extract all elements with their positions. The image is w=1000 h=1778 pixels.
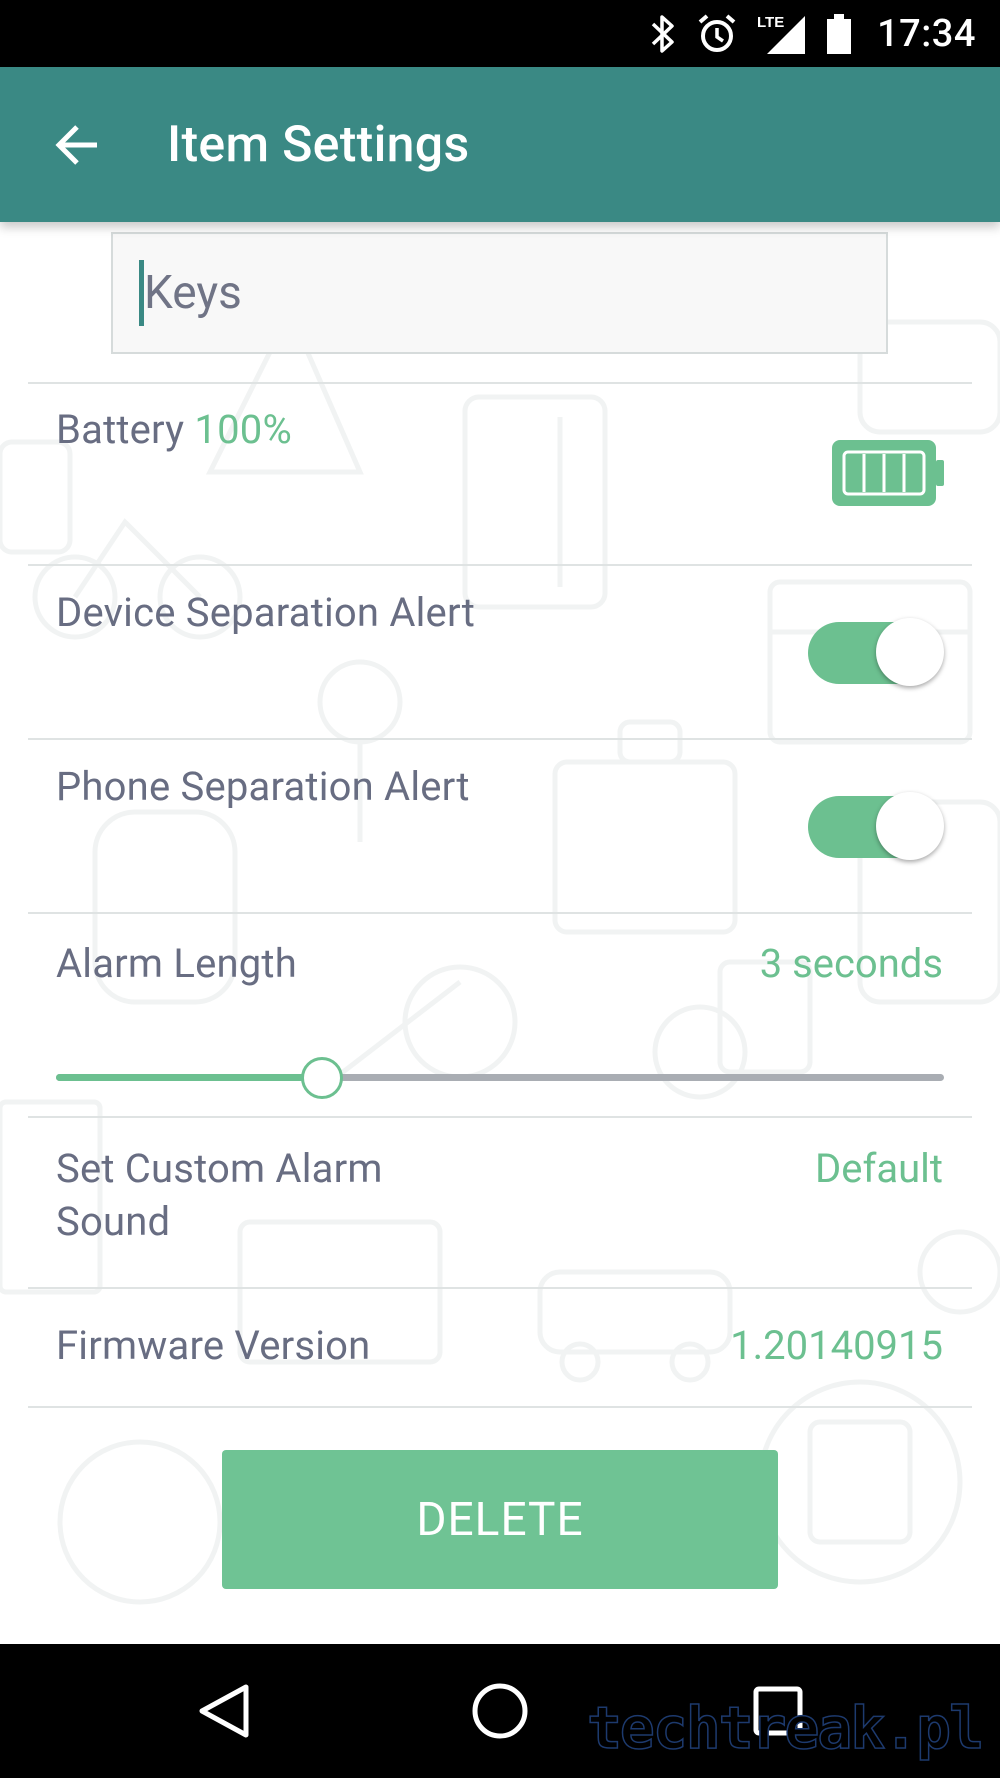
item-name-value: Keys: [144, 266, 242, 320]
custom-alarm-sound-label-line2: Sound: [56, 1198, 171, 1245]
firmware-version-label: Firmware Version: [56, 1322, 371, 1369]
battery-label-text: Battery: [56, 406, 185, 453]
slider-knob[interactable]: [301, 1057, 344, 1099]
custom-alarm-sound-label[interactable]: Set Custom Alarm Sound: [56, 1142, 383, 1248]
nav-home-button[interactable]: [430, 1644, 570, 1778]
toggle-thumb: [876, 618, 944, 686]
alarm-length-label: Alarm Length: [56, 940, 297, 987]
app-bar: Item Settings: [0, 67, 1000, 222]
nav-back-icon: [199, 1684, 249, 1738]
status-time: 17:34: [877, 11, 976, 56]
svg-text:LTE: LTE: [757, 14, 784, 31]
battery-full-icon: [832, 440, 944, 506]
alarm-clock-icon: [695, 12, 739, 56]
divider: [28, 912, 972, 914]
battery-label: Battery 100%: [56, 390, 292, 470]
phone-separation-alert-label: Phone Separation Alert: [56, 763, 470, 810]
divider: [28, 738, 972, 740]
divider: [28, 564, 972, 566]
divider: [28, 1287, 972, 1289]
nav-back-button[interactable]: [154, 1644, 294, 1778]
status-bar: LTE 17:34: [0, 0, 1000, 67]
nav-home-icon: [472, 1683, 528, 1739]
alarm-length-value: 3 seconds: [759, 940, 943, 987]
arrow-back-icon: [55, 124, 97, 165]
phone-separation-alert-toggle[interactable]: [808, 792, 944, 862]
watermark: techtreak.pl: [586, 1693, 985, 1763]
bluetooth-icon: [649, 13, 677, 55]
delete-button[interactable]: DELETE: [222, 1450, 778, 1589]
custom-alarm-sound-value[interactable]: Default: [815, 1142, 943, 1195]
device-separation-alert-label: Device Separation Alert: [56, 589, 475, 636]
item-name-input[interactable]: Keys: [111, 232, 888, 354]
lte-signal-icon: LTE: [757, 12, 807, 56]
page-title: Item Settings: [167, 115, 470, 174]
toggle-thumb: [876, 792, 944, 860]
slider-fill: [56, 1074, 323, 1081]
custom-alarm-sound-label-line1: Set Custom Alarm: [56, 1145, 383, 1192]
firmware-version-value: 1.20140915: [730, 1322, 943, 1369]
divider: [28, 382, 972, 384]
divider: [28, 1406, 972, 1408]
navigation-bar: techtreak.pl: [0, 1644, 1000, 1778]
battery-level: 100%: [194, 406, 292, 453]
device-separation-alert-toggle[interactable]: [808, 618, 944, 688]
settings-content[interactable]: Keys Battery 100% Device Separation Aler…: [0, 222, 1000, 1644]
battery-status-icon: [825, 12, 853, 56]
alarm-length-slider[interactable]: [56, 1052, 944, 1102]
divider: [28, 1116, 972, 1118]
back-button[interactable]: [22, 90, 132, 200]
